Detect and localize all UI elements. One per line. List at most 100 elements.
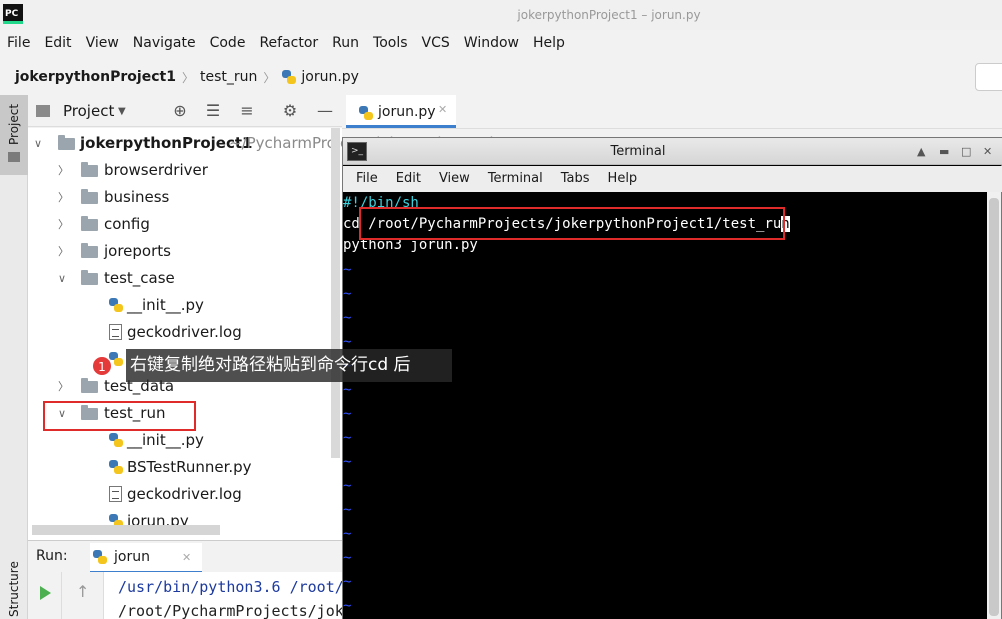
run-label: Run: [36, 548, 68, 564]
chevron-right-icon[interactable]: 〉 [58, 211, 70, 238]
terminal-menu-tabs[interactable]: Tabs [552, 166, 599, 192]
run-tab-label: jorun [114, 549, 150, 565]
run-toolbar-secondary: ↑ [62, 572, 104, 619]
close-icon[interactable]: ✕ [182, 551, 191, 564]
menu-navigate[interactable]: Navigate [126, 30, 203, 56]
tree-item[interactable]: 〉 business [28, 184, 328, 211]
terminal-body[interactable]: #!/bin/sh cd /root/PycharmProjects/joker… [343, 192, 987, 619]
chevron-down-icon[interactable]: ∨ [58, 265, 70, 292]
tree-item[interactable]: BSTestRunner.py [28, 454, 328, 481]
menu-bar: File Edit View Navigate Code Refactor Ru… [0, 30, 1002, 56]
expand-all-icon[interactable]: ☰ [203, 101, 223, 121]
play-icon[interactable] [40, 586, 51, 600]
editor-tab-label: jorun.py [378, 104, 436, 120]
hide-icon[interactable]: — [315, 101, 335, 121]
menu-view[interactable]: View [79, 30, 126, 56]
close-icon[interactable]: ✕ [983, 145, 992, 158]
run-tab-jorun[interactable]: jorun ✕ [90, 543, 202, 573]
editor-tab-bar: jorun.py ✕ [342, 95, 1002, 129]
menu-run[interactable]: Run [325, 30, 366, 56]
tree-item[interactable]: 〉 config [28, 211, 328, 238]
close-icon[interactable]: ✕ [438, 103, 447, 116]
chevron-right-icon[interactable]: 〉 [58, 238, 70, 265]
terminal-menu-terminal[interactable]: Terminal [479, 166, 552, 192]
title-bar: PC jokerpythonProject1 – jorun.py [0, 0, 1002, 30]
tree-item-root[interactable]: ∨ jokerpythonProject1 ~/PycharmProjects/… [28, 130, 526, 157]
terminal-menu-help[interactable]: Help [599, 166, 647, 192]
breadcrumb-file[interactable]: jorun.py [301, 69, 359, 85]
console-line: /root/PycharmProjects/jokerpythonProject… [118, 602, 342, 619]
tree-item-label: test_case [104, 269, 175, 287]
terminal-menu-bar: File Edit View Terminal Tabs Help [343, 166, 1002, 192]
folder-icon [36, 105, 50, 117]
maximize-icon[interactable]: □ [961, 145, 971, 158]
menu-code[interactable]: Code [203, 30, 253, 56]
menu-edit[interactable]: Edit [37, 30, 78, 56]
annotation-badge: 1 [92, 356, 112, 376]
gear-icon[interactable]: ⚙ [280, 101, 300, 121]
tree-item[interactable]: geckodriver.log [28, 481, 328, 508]
tree-item[interactable]: __init__.py [28, 427, 328, 454]
python-file-icon [108, 432, 124, 448]
minimize-icon[interactable]: ▬ [939, 145, 949, 158]
run-toolbar [28, 572, 62, 619]
chevron-down-icon[interactable]: ▼ [118, 106, 126, 117]
tree-item[interactable]: 〉 browserdriver [28, 157, 328, 184]
collapse-all-icon[interactable]: ≡ [237, 101, 257, 121]
tree-item[interactable]: geckodriver.log [28, 319, 328, 346]
menu-help[interactable]: Help [526, 30, 572, 56]
tree-item-label: browserdriver [104, 161, 208, 179]
terminal-menu-view[interactable]: View [430, 166, 479, 192]
tree-item-label: business [104, 188, 170, 206]
arrow-up-icon[interactable]: ↑ [76, 582, 89, 601]
structure-tool-label[interactable]: Structure [7, 561, 21, 617]
window-title: jokerpythonProject1 – jorun.py [517, 8, 701, 22]
chevron-right-icon: 〉 [181, 70, 194, 85]
terminal-menu-edit[interactable]: Edit [387, 166, 430, 192]
tree-item[interactable]: ∨ test_case [28, 265, 328, 292]
project-scrollbar-vertical[interactable] [331, 128, 340, 458]
terminal-menu-file[interactable]: File [347, 166, 387, 192]
tree-item-label: config [104, 215, 150, 233]
menu-window[interactable]: Window [457, 30, 526, 56]
tree-item-label: joreports [104, 242, 171, 260]
terminal-scrollbar[interactable] [987, 192, 1001, 619]
folder-icon [81, 189, 98, 204]
project-tool-label: Project [7, 103, 21, 145]
tree-item[interactable]: 〉 joreports [28, 238, 328, 265]
run-console-output[interactable]: /usr/bin/python3.6 /root/PycharmProjects… [104, 572, 342, 619]
chevron-right-icon[interactable]: 〉 [58, 184, 70, 211]
log-file-icon [109, 486, 122, 502]
chevron-right-icon[interactable]: 〉 [58, 373, 70, 400]
menu-tools[interactable]: Tools [366, 30, 415, 56]
folder-icon [81, 162, 98, 177]
run-panel-header: Run: jorun ✕ [28, 540, 342, 573]
menu-file[interactable]: File [0, 30, 37, 56]
menu-vcs[interactable]: VCS [415, 30, 457, 56]
breadcrumb-project[interactable]: jokerpythonProject1 [15, 69, 176, 85]
project-scrollbar-horizontal[interactable] [32, 525, 220, 535]
terminal-scrollbar-thumb[interactable] [989, 198, 999, 616]
folder-icon [8, 152, 20, 162]
folder-icon [81, 216, 98, 231]
highlight-box-cd-path [359, 207, 785, 240]
breadcrumb-folder[interactable]: test_run [200, 69, 257, 85]
chevron-down-icon[interactable]: ∨ [34, 130, 46, 157]
pycharm-window: PC jokerpythonProject1 – jorun.py File E… [0, 0, 1002, 619]
menu-refactor[interactable]: Refactor [252, 30, 325, 56]
python-file-icon [108, 297, 124, 313]
tree-item-label: jokerpythonProject1 [80, 134, 253, 152]
vim-empty-lines: ~~~~~~~~~~~~~~~ [343, 262, 352, 614]
log-file-icon [109, 324, 122, 340]
folder-icon [81, 243, 98, 258]
keep-above-icon[interactable]: ▲ [917, 145, 925, 158]
locate-icon[interactable]: ⊕ [170, 101, 190, 121]
project-panel-header: Project ▼ ⊕ ☰ ≡ ⚙ — [28, 95, 342, 127]
project-tool-button[interactable]: Project [0, 95, 28, 175]
editor-tab-jorun[interactable]: jorun.py ✕ [346, 95, 456, 128]
chevron-right-icon[interactable]: 〉 [58, 157, 70, 184]
run-config-button[interactable] [975, 63, 1002, 91]
terminal-title-bar[interactable]: >_ Terminal ▲ ▬ □ ✕ [343, 138, 1002, 165]
tree-item[interactable]: __init__.py [28, 292, 328, 319]
project-view-selector[interactable]: Project [63, 102, 114, 120]
